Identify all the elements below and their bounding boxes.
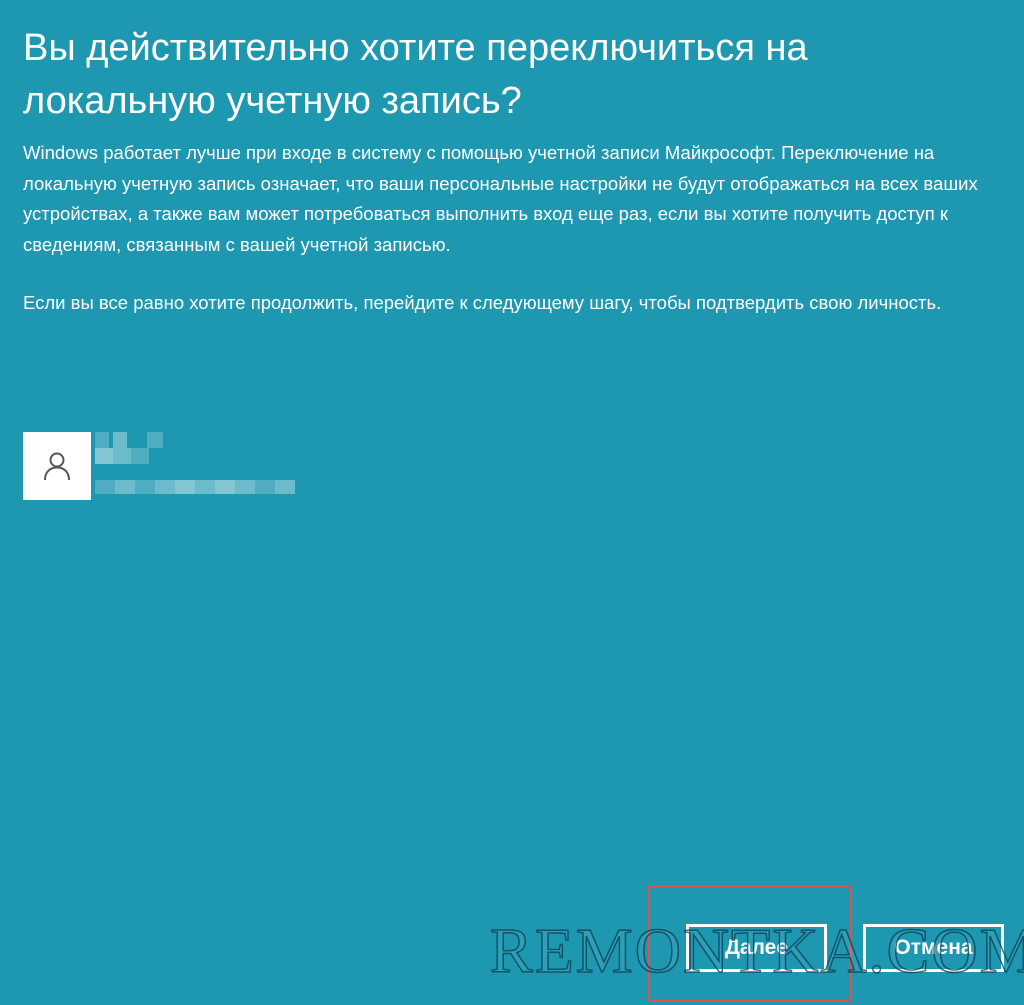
next-button[interactable]: Далее [686, 924, 827, 972]
avatar [23, 432, 91, 500]
dialog-body: Windows работает лучше при входе в систе… [23, 138, 983, 319]
account-name-redacted [95, 432, 175, 466]
account-card [23, 432, 323, 500]
dialog-title: Вы действительно хотите переключиться на… [23, 27, 808, 122]
user-icon [44, 452, 70, 481]
instruction-paragraph: Если вы все равно хотите продолжить, пер… [23, 292, 942, 313]
description-paragraph: Windows работает лучше при входе в систе… [23, 142, 978, 255]
switch-to-local-account-dialog: Вы действительно хотите переключиться на… [0, 0, 1024, 1005]
cancel-button[interactable]: Отмена [863, 924, 1004, 972]
account-email-redacted [95, 476, 295, 496]
